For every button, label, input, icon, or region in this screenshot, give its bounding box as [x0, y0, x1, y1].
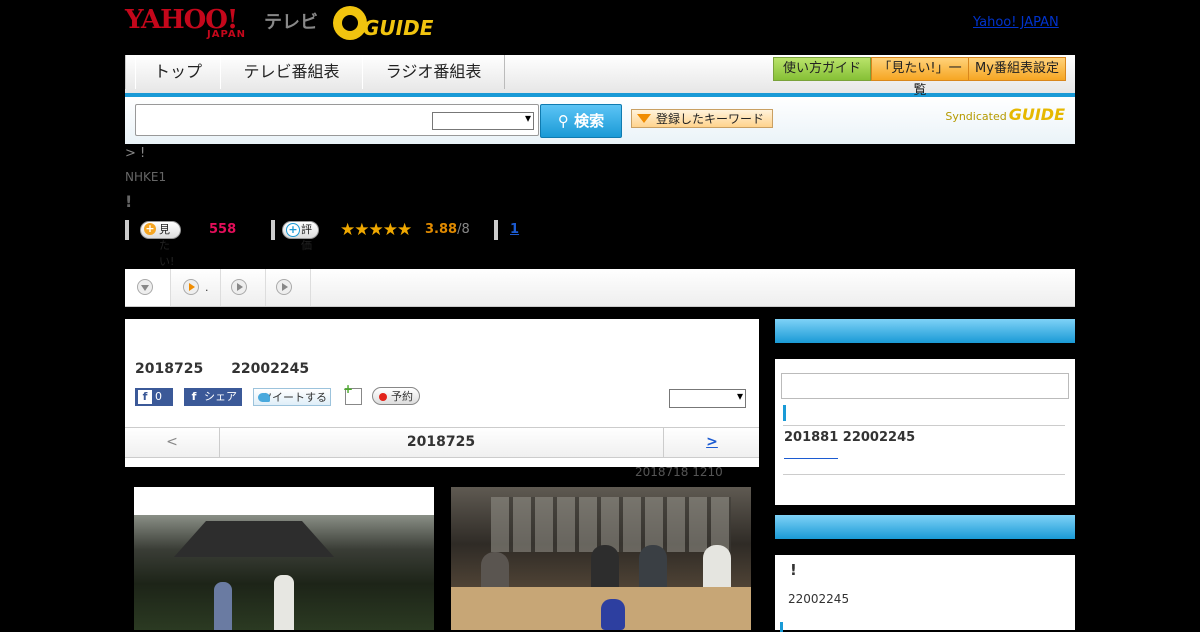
gguide-logo[interactable]: GUIDE: [333, 6, 433, 42]
share-label: シェア: [204, 390, 237, 403]
office-windows: [491, 497, 731, 552]
mitai-count: 558: [209, 222, 237, 237]
person-figure: [214, 582, 232, 630]
right-box-related: ! 22002245: [775, 515, 1075, 632]
program-image-1[interactable]: [134, 487, 434, 630]
tv-logo-text: テレビ: [264, 12, 318, 33]
facebook-icon: f: [138, 390, 152, 404]
syndicated-gguide-text: GUIDE: [1008, 105, 1065, 124]
next-air-link[interactable]: [784, 458, 838, 459]
pager-next[interactable]: >: [663, 428, 760, 457]
sub-tabs: .: [125, 269, 1075, 307]
right-box-upcoming: 201881 22002245: [775, 319, 1075, 505]
rate-button[interactable]: + 評価: [282, 221, 319, 252]
yahoo-logo[interactable]: YAHOO! JAPAN: [125, 5, 260, 41]
add-calendar-icon[interactable]: [343, 382, 362, 405]
my-schedule-settings-button[interactable]: My番組表設定: [968, 57, 1066, 81]
robot-figure: [601, 599, 625, 630]
person-figure: [274, 575, 294, 630]
main-panel: 2018725 22002245 f0 fシェア ツイートする 予約 < 201…: [125, 319, 759, 467]
section-marker: [783, 405, 786, 421]
usage-guide-button[interactable]: 使い方ガイド: [773, 57, 871, 81]
box-header: [775, 515, 1075, 539]
nav-left-edge: [125, 55, 134, 89]
search-button-label: 検索: [574, 112, 605, 130]
divider: [125, 220, 129, 240]
box-header: [775, 319, 1075, 343]
next-air-datetime: 201881 22002245: [784, 430, 916, 445]
subtab-3[interactable]: [221, 269, 266, 306]
program-title: !: [125, 192, 133, 211]
facebook-icon: f: [191, 390, 197, 403]
related-title: !: [790, 561, 797, 579]
tab-radio-schedule[interactable]: ラジオ番組表: [362, 55, 505, 89]
broadcast-datetime: 2018725 22002245: [135, 361, 310, 377]
reviews-link[interactable]: 1: [510, 222, 519, 237]
episode-select[interactable]: [669, 389, 746, 408]
saved-keywords-button[interactable]: 登録したキーワード: [631, 109, 773, 128]
tweet-button[interactable]: ツイートする: [253, 388, 331, 406]
search-category-select[interactable]: [432, 111, 534, 130]
score-value: 3.88: [425, 222, 458, 237]
subtab-4[interactable]: [266, 269, 311, 306]
facebook-share-button[interactable]: f シェア: [184, 388, 242, 406]
date-pager: < 2018725 >: [125, 427, 759, 458]
yahoo-japan-link[interactable]: Yahoo! JAPAN: [973, 15, 1059, 30]
updated-timestamp: 2018718 1210: [635, 465, 723, 479]
star-rating-icon: ★★★★★: [340, 220, 412, 240]
subtab-2-label: .: [205, 281, 209, 294]
section-marker: [780, 622, 783, 632]
chevron-down-icon: [137, 279, 153, 295]
breadcrumb: > !: [125, 146, 146, 161]
station-name: NHKE1: [125, 170, 167, 184]
pager-prev[interactable]: <: [125, 428, 220, 457]
pager-current-date: 2018725: [406, 434, 476, 450]
rate-label: 評価: [301, 223, 312, 252]
divider: [783, 425, 1065, 426]
facebook-count: 0: [155, 390, 162, 403]
box-subheader: [775, 539, 1075, 555]
right-search-input[interactable]: [781, 373, 1069, 399]
play-icon: [231, 279, 247, 295]
subtab-2[interactable]: .: [171, 269, 221, 306]
gguide-g-icon: [333, 6, 367, 40]
divider: [494, 220, 498, 240]
mitai-button[interactable]: + 見たい!: [140, 221, 182, 268]
score-of: /8: [457, 222, 470, 237]
box-subheader: [775, 343, 1075, 359]
plus-icon: +: [286, 223, 300, 237]
rating-score: 3.88/8: [425, 222, 470, 237]
divider: [783, 474, 1065, 475]
play-icon: [276, 279, 292, 295]
reserve-button[interactable]: 予約: [372, 387, 420, 405]
search-band: ⚲ 検索 登録したキーワード SyndicatedGUIDE: [125, 97, 1075, 144]
divider: [271, 220, 275, 240]
tab-top[interactable]: トップ: [135, 55, 221, 89]
related-time: 22002245: [788, 592, 850, 606]
program-image-2[interactable]: [451, 487, 751, 630]
facebook-like-button[interactable]: f0: [135, 388, 173, 406]
play-icon: [183, 279, 199, 295]
mitai-label: 見たい!: [159, 223, 175, 268]
mitai-list-button[interactable]: 「見たい!」一覧: [871, 57, 969, 98]
syndicated-label: Syndicated: [945, 110, 1007, 123]
tab-tv-schedule[interactable]: テレビ番組表: [220, 55, 363, 89]
search-icon: ⚲: [557, 112, 575, 130]
plus-icon: +: [144, 222, 156, 235]
japan-logo-text: JAPAN: [207, 29, 246, 40]
subtab-overview[interactable]: [125, 269, 171, 306]
gguide-logo-text: GUIDE: [363, 16, 434, 40]
search-button[interactable]: ⚲ 検索: [540, 104, 622, 138]
syndicated-logo: Syndicated GUIDE: [945, 105, 1065, 124]
main-nav: トップ テレビ番組表 ラジオ番組表 使い方ガイド 「見たい!」一覧 My番組表設…: [125, 55, 1075, 98]
